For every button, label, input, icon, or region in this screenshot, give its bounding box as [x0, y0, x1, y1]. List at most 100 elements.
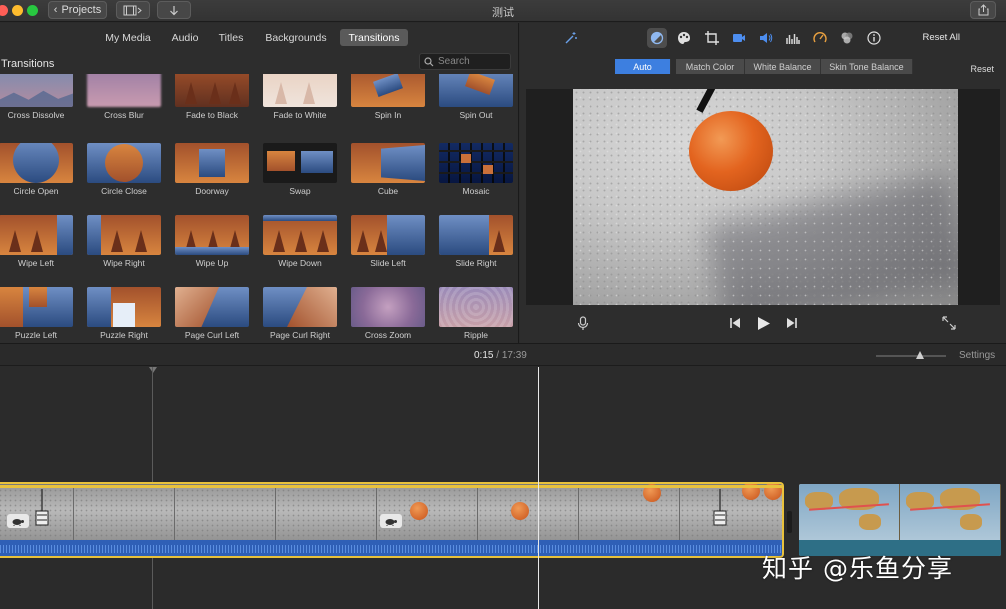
tab-backgrounds[interactable]: Backgrounds [262, 29, 330, 46]
transition-tile[interactable]: Slide Left [351, 215, 425, 275]
play-icon[interactable] [755, 314, 773, 332]
clip-frame [900, 484, 1001, 540]
reset-all-button[interactable]: Reset All [923, 32, 961, 43]
slow-motion-badge[interactable] [7, 514, 29, 528]
transition-tile[interactable]: Cross Dissolve [0, 74, 73, 127]
transition-tile[interactable]: Fade to Black [175, 74, 249, 127]
transition-tile[interactable]: Mosaic [439, 143, 513, 203]
fullscreen-icon[interactable] [940, 314, 958, 332]
transition-thumbnail [175, 143, 249, 183]
info-icon[interactable] [864, 28, 884, 48]
clip-trim-handle[interactable] [787, 511, 792, 533]
transition-label: Spin Out [459, 110, 493, 120]
slow-motion-badge[interactable] [380, 514, 402, 528]
transition-thumbnail [351, 74, 425, 107]
transition-tile[interactable]: Ripple [439, 287, 513, 343]
zoom-slider-knob[interactable] [916, 351, 924, 359]
transition-thumbnail [0, 287, 73, 327]
transition-thumbnail [263, 74, 337, 107]
tab-audio[interactable]: Audio [168, 29, 202, 46]
orange-ball [689, 111, 773, 191]
reset-button[interactable]: Reset [970, 64, 994, 74]
transition-tile[interactable]: Page Curl Left [175, 287, 249, 343]
speed-marker-icon[interactable] [35, 489, 49, 526]
speedometer-icon[interactable] [810, 28, 830, 48]
transition-label: Page Curl Right [269, 330, 330, 340]
transition-label: Ripple [463, 330, 489, 340]
volume-icon[interactable] [756, 28, 776, 48]
settings-button[interactable]: Settings [959, 350, 995, 361]
transition-thumbnail [263, 143, 337, 183]
transition-label: Slide Right [455, 258, 497, 268]
transition-tile[interactable]: Wipe Left [0, 215, 73, 275]
transition-thumbnail [439, 143, 513, 183]
transition-tile[interactable]: Spin Out [439, 74, 513, 127]
transition-thumbnail [0, 74, 73, 107]
zoom-slider[interactable] [876, 355, 946, 357]
transition-thumbnail [87, 74, 161, 107]
search-field[interactable]: Search [419, 53, 511, 70]
transition-tile[interactable]: Circle Close [87, 143, 161, 203]
transition-tile[interactable]: Puzzle Right [87, 287, 161, 343]
transition-tile[interactable]: Page Curl Right [263, 287, 337, 343]
speed-marker-icon[interactable] [713, 489, 727, 526]
transition-thumbnail [87, 215, 161, 255]
transition-tile[interactable]: Wipe Down [263, 215, 337, 275]
transition-label: Cross Blur [104, 110, 144, 120]
transition-tile[interactable]: Cube [351, 143, 425, 203]
skip-back-icon[interactable] [726, 314, 744, 332]
tab-my-media[interactable]: My Media [100, 29, 156, 46]
title-bar: ‹ Projects 测试 [0, 0, 1006, 22]
transition-tile[interactable]: Spin In [351, 74, 425, 127]
total-time: 17:39 [501, 350, 527, 361]
transition-tile[interactable]: Cross Zoom [351, 287, 425, 343]
transition-tile[interactable]: Cross Blur [87, 74, 161, 127]
filter-icon[interactable] [837, 28, 857, 48]
tab-titles[interactable]: Titles [214, 29, 248, 46]
transition-thumbnail [0, 215, 73, 255]
transition-tile[interactable]: Wipe Up [175, 215, 249, 275]
transition-thumbnail [351, 215, 425, 255]
clip-frame [74, 488, 175, 544]
transition-label: Cross Zoom [364, 330, 412, 340]
white-balance-button[interactable]: White Balance [745, 59, 821, 74]
microphone-icon[interactable] [574, 314, 592, 332]
transition-thumbnail [351, 143, 425, 183]
transition-tile[interactable]: Wipe Right [87, 215, 161, 275]
clip-frame [175, 488, 276, 544]
camera-icon[interactable] [729, 28, 749, 48]
skip-forward-icon[interactable] [783, 314, 801, 332]
search-placeholder: Search [438, 56, 470, 67]
auto-mode-button[interactable]: Auto [615, 59, 671, 74]
transition-label: Slide Left [370, 258, 406, 268]
match-color-button[interactable]: Match Color [676, 59, 745, 74]
skin-tone-balance-button[interactable]: Skin Tone Balance [821, 59, 913, 74]
transition-tile[interactable]: Swap [263, 143, 337, 203]
color-balance-icon[interactable] [647, 28, 667, 48]
transition-thumbnail [439, 215, 513, 255]
crop-icon[interactable] [702, 28, 722, 48]
transition-label: Swap [289, 186, 311, 196]
transition-thumbnail [263, 287, 337, 327]
transition-tile[interactable]: Slide Right [439, 215, 513, 275]
playhead[interactable] [538, 367, 539, 609]
transition-label: Cross Dissolve [7, 110, 65, 120]
imovie-window: ‹ Projects 测试 My Media Audio Titles Back… [0, 0, 1006, 609]
tab-transitions[interactable]: Transitions [340, 29, 408, 46]
content-browser: My Media Audio Titles Backgrounds Transi… [0, 23, 519, 343]
transition-thumbnail [0, 143, 73, 183]
transition-label: Wipe Right [103, 258, 145, 268]
transition-tile[interactable]: Fade to White [263, 74, 337, 127]
map-video-clip[interactable] [799, 484, 1001, 556]
skimmer-marker [149, 367, 157, 373]
equalizer-icon[interactable] [783, 28, 803, 48]
transition-tile[interactable]: Puzzle Left [0, 287, 73, 343]
color-palette-icon[interactable] [674, 28, 694, 48]
audio-waveform[interactable] [0, 540, 782, 556]
selected-video-clip[interactable] [0, 482, 784, 558]
share-button[interactable] [970, 1, 996, 19]
transition-tile[interactable]: Doorway [175, 143, 249, 203]
magic-wand-icon[interactable] [561, 28, 581, 48]
transition-tile[interactable]: Circle Open [0, 143, 73, 203]
video-preview[interactable] [573, 89, 958, 305]
